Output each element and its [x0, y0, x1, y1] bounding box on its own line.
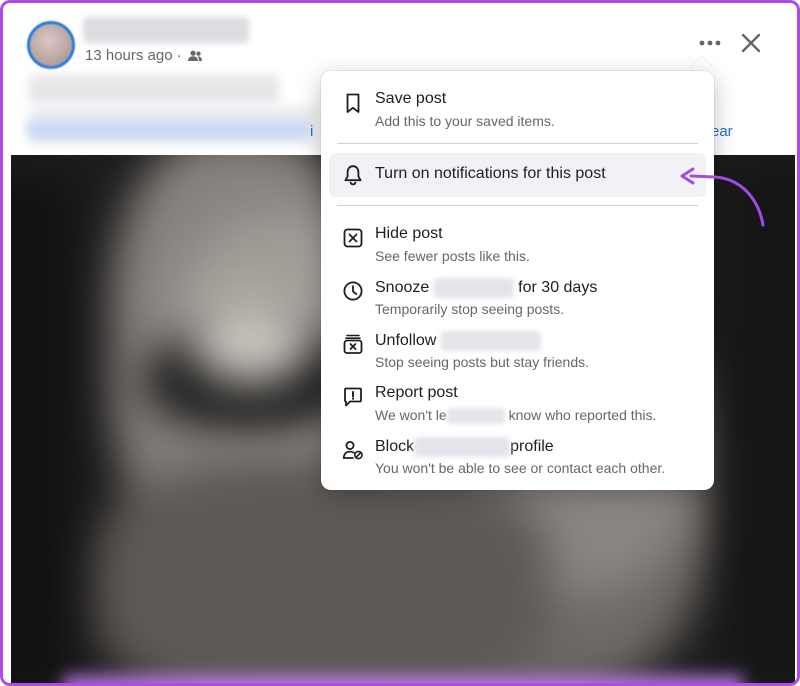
block-icon: [342, 441, 363, 460]
bottom-glow: [63, 675, 743, 683]
menu-item-title: Snooze for 30 days: [375, 278, 597, 298]
post-options-menu: Save post Add this to your saved items. …: [321, 71, 714, 490]
unfollow-icon: [343, 334, 363, 354]
report-sub-prefix: We won't le: [375, 407, 447, 423]
block-prefix: Block: [375, 438, 415, 456]
snooze-prefix: Snooze: [375, 279, 430, 297]
author-avatar[interactable]: [27, 21, 75, 69]
menu-item-unfollow[interactable]: Unfollow Stop seeing posts but stay frie…: [329, 322, 706, 370]
hide-icon: [343, 228, 363, 248]
menu-divider: [337, 205, 698, 206]
menu-item-block[interactable]: Block profile You won't be able to see or…: [329, 428, 706, 476]
menu-item-subtitle: Stop seeing posts but stay friends.: [375, 354, 590, 370]
menu-item-title: Save post: [375, 90, 447, 107]
menu-item-subtitle: Add this to your saved items.: [375, 113, 555, 129]
snooze-suffix: for 30 days: [518, 279, 598, 297]
screenshot-frame: 13 hours ago · i ear Save post Add this …: [0, 0, 800, 686]
name-redacted: [414, 437, 511, 457]
more-options-button[interactable]: [695, 31, 725, 55]
menu-item-subtitle: You won't be able to see or contact each…: [375, 460, 666, 476]
caption-link-redacted: [27, 121, 307, 139]
author-name-redacted[interactable]: [83, 17, 249, 43]
bell-icon: [344, 165, 362, 186]
post-timestamp[interactable]: 13 hours ago ·: [85, 47, 182, 64]
caption-redacted: [29, 75, 279, 103]
block-suffix: profile: [510, 438, 554, 456]
bookmark-icon: [346, 93, 360, 113]
menu-item-snooze[interactable]: Snooze for 30 days Temporarily stop seei…: [329, 269, 706, 317]
menu-item-title: Block profile: [375, 437, 554, 457]
post-meta: 13 hours ago ·: [85, 47, 202, 64]
name-redacted: [440, 331, 541, 351]
menu-item-subtitle: See fewer posts like this.: [375, 248, 530, 264]
friends-icon: [187, 50, 202, 61]
close-icon[interactable]: [737, 29, 765, 57]
menu-item-turn-on-notifications[interactable]: Turn on notifications for this post: [329, 153, 706, 197]
report-sub-suffix: know who reported this.: [508, 407, 657, 423]
menu-item-title: Unfollow: [375, 331, 541, 351]
menu-item-hide-post[interactable]: Hide post See fewer posts like this.: [329, 216, 706, 264]
menu-item-subtitle: Temporarily stop seeing posts.: [375, 301, 565, 317]
menu-item-subtitle: We won't le know who reported this.: [375, 407, 657, 425]
name-redacted: [446, 408, 505, 425]
annotation-arrow-icon: [680, 167, 765, 227]
menu-item-title: Hide post: [375, 225, 443, 242]
clock-icon: [343, 281, 363, 301]
caption-link-fragment[interactable]: i: [310, 123, 313, 140]
unfollow-label: Unfollow: [375, 332, 437, 350]
name-redacted: [433, 278, 514, 298]
menu-item-report-post[interactable]: Report post We won't le know who reporte…: [329, 375, 706, 425]
menu-item-save-post[interactable]: Save post Add this to your saved items.: [329, 81, 706, 129]
menu-item-title: Report post: [375, 384, 458, 401]
more-dots-icon: [699, 40, 721, 46]
caption-link-fragment[interactable]: ear: [711, 123, 733, 140]
menu-divider: [337, 143, 698, 144]
report-icon: [344, 387, 362, 407]
menu-item-title: Turn on notifications for this post: [375, 165, 606, 182]
